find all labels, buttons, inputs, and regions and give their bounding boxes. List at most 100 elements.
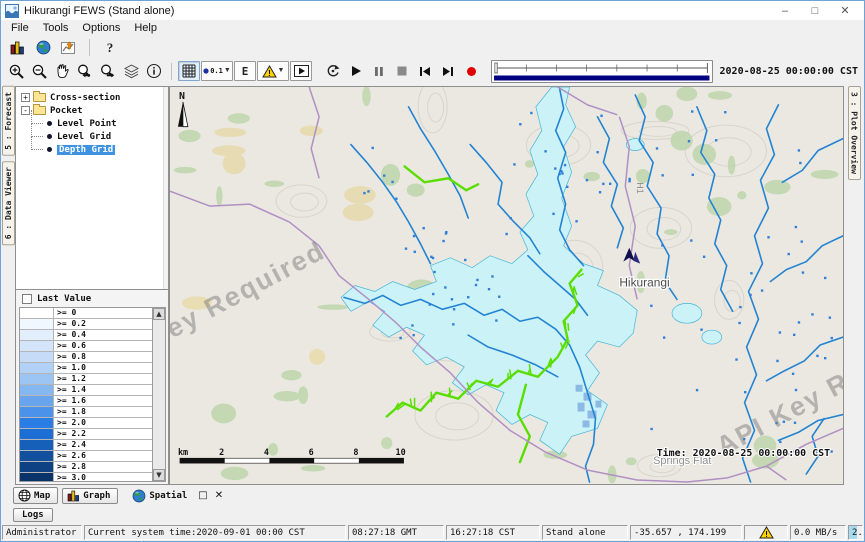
go-first-icon[interactable]: [414, 61, 436, 81]
legend-color-swatch: [20, 451, 54, 461]
thresholds-dropdown[interactable]: !▼: [257, 61, 289, 81]
tab-map[interactable]: Map: [13, 487, 58, 504]
legend-row: >= 2.0: [20, 418, 152, 429]
status-network-speed: 0.0 MB/s: [790, 525, 846, 540]
globe-map-icon[interactable]: [32, 38, 54, 58]
legend-panel: Last Value >= 0>= 0.2>= 0.4>= 0.6>= 0.8>…: [15, 290, 169, 485]
logs-button[interactable]: Logs: [13, 508, 53, 522]
tree-item-depth-grid[interactable]: Depth Grid: [16, 143, 168, 156]
legend-row: >= 1.6: [20, 396, 152, 407]
bottom-tab-bar: Map Graph Spatial □ ✕: [1, 485, 864, 506]
folder-icon: [33, 93, 46, 102]
title-bar: Hikurangi FEWS (Stand alone) – □ ✕: [1, 1, 864, 20]
last-value-checkbox[interactable]: [22, 294, 32, 304]
status-system-time: Current system time:2020-09-01 00:00 CST: [84, 525, 346, 540]
menu-bar: FileToolsOptionsHelp: [1, 20, 864, 37]
menu-item-tools[interactable]: Tools: [36, 21, 76, 36]
pan-hand-icon[interactable]: [51, 61, 73, 81]
legend-color-swatch: [20, 418, 54, 428]
legend-row-label: >= 0: [54, 308, 152, 318]
legend-color-swatch: [20, 319, 54, 329]
layers-icon[interactable]: [120, 61, 142, 81]
map-view[interactable]: API Key Required API Key Required H1 Hik…: [169, 86, 844, 485]
svg-text:2: 2: [219, 447, 224, 457]
zoom-in-icon[interactable]: [5, 61, 27, 81]
loop-playback-icon[interactable]: [322, 61, 344, 81]
minimize-button[interactable]: –: [770, 1, 800, 20]
tree-item-label: Level Point: [57, 119, 117, 129]
node-bullet-icon: [47, 147, 52, 152]
database-explorer-icon[interactable]: [6, 38, 28, 58]
status-warning-indicator: !: [744, 525, 788, 540]
timeline-slider[interactable]: [491, 60, 713, 83]
pause-icon[interactable]: [368, 61, 390, 81]
status-coordinates: -35.657 , 174.199: [630, 525, 742, 540]
status-user: Administrator: [2, 525, 82, 540]
tab-data-viewer[interactable]: 6 : Data Viewer: [2, 161, 15, 245]
status-bar: AdministratorCurrent system time:2020-09…: [1, 524, 864, 541]
tab-plot-overview[interactable]: 3 : Plot Overview: [848, 86, 861, 180]
legend-color-swatch: [20, 341, 54, 351]
legend-row: >= 0.2: [20, 319, 152, 330]
legend-color-swatch: [20, 385, 54, 395]
timeseries-dialog-icon[interactable]: [58, 38, 80, 58]
zoom-previous-icon[interactable]: [74, 61, 96, 81]
timeline-handle[interactable]: [495, 63, 498, 73]
legend-color-swatch: [20, 396, 54, 406]
map-canvas: API Key Required API Key Required H1 Hik…: [170, 87, 843, 484]
svg-text:N: N: [179, 91, 185, 102]
help-icon[interactable]: ?: [99, 38, 121, 58]
svg-text:km: km: [178, 447, 188, 457]
toolbar-separator: [171, 63, 172, 80]
zoom-out-icon[interactable]: [28, 61, 50, 81]
map-time-label: Time: 2020-08-25 00:00:00 CST: [657, 447, 830, 459]
play-icon[interactable]: [345, 61, 367, 81]
tab-forecast[interactable]: 5 : Forecast: [2, 86, 15, 156]
classbreaks-dropdown[interactable]: 0.1▼: [201, 61, 233, 81]
menu-item-help[interactable]: Help: [127, 21, 164, 36]
tab-graph[interactable]: Graph: [62, 488, 118, 504]
legend-row: >= 1.8: [20, 407, 152, 418]
menu-item-options[interactable]: Options: [75, 21, 127, 36]
svg-text:10: 10: [396, 447, 406, 457]
chevron-down-icon: ▼: [224, 68, 231, 74]
expand-icon[interactable]: +: [21, 93, 30, 102]
legend-color-swatch: [20, 462, 54, 472]
svg-text:6: 6: [309, 447, 314, 457]
legend-row: >= 2.4: [20, 440, 152, 451]
app-window: Hikurangi FEWS (Stand alone) – □ ✕ FileT…: [0, 0, 865, 542]
scroll-up-icon[interactable]: ▲: [153, 308, 165, 320]
app-icon: [5, 4, 19, 18]
zoom-next-icon[interactable]: [97, 61, 119, 81]
maximize-button[interactable]: □: [800, 1, 830, 20]
close-button[interactable]: ✕: [830, 1, 860, 20]
collapse-icon[interactable]: -: [21, 106, 30, 115]
legend-row-label: >= 0.8: [54, 352, 152, 362]
tab-spatial[interactable]: Spatial □ ✕: [122, 488, 232, 504]
animation-dialog-icon[interactable]: [290, 61, 312, 81]
stop-icon[interactable]: [391, 61, 413, 81]
status-local-time: 16:27:18 CST: [446, 525, 540, 540]
panel-close-icon[interactable]: ✕: [213, 490, 225, 501]
node-bullet-icon: [47, 121, 52, 126]
status-memory-usage: 2.5 GB: [848, 525, 863, 540]
legend-row-label: >= 1.2: [54, 374, 152, 384]
scroll-down-icon[interactable]: ▼: [153, 469, 165, 481]
bar-chart-icon: [67, 490, 80, 502]
labels-toggle-button[interactable]: E: [234, 61, 256, 81]
menu-item-file[interactable]: File: [4, 21, 36, 36]
legend-row-label: >= 1.0: [54, 363, 152, 373]
tree-item-label: Cross-section: [50, 93, 120, 103]
tree-item-cross-section[interactable]: + Cross-section: [16, 91, 168, 104]
tree-item-label: Depth Grid: [57, 145, 115, 155]
info-icon[interactable]: [143, 61, 165, 81]
legend-row: >= 2.8: [20, 462, 152, 473]
legend-row: >= 0: [20, 308, 152, 319]
record-icon[interactable]: [460, 61, 482, 81]
panel-maximize-icon[interactable]: □: [196, 490, 209, 501]
legend-row: >= 0.6: [20, 341, 152, 352]
legend-row: >= 3.0: [20, 473, 152, 481]
show-grid-icon[interactable]: [178, 61, 200, 81]
go-last-icon[interactable]: [437, 61, 459, 81]
legend-scrollbar[interactable]: ▲ ▼: [152, 308, 165, 481]
